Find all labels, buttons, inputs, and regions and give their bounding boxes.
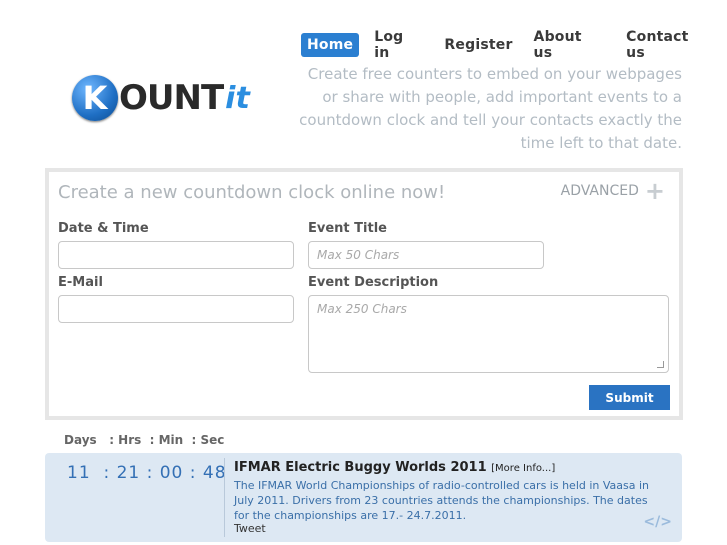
logo[interactable]: K OUNT it (72, 75, 250, 121)
submit-button[interactable]: Submit (589, 385, 670, 410)
logo-it: it (225, 80, 250, 116)
event-description: The IFMAR World Championships of radio-c… (234, 479, 650, 522)
event-title: IFMAR Electric Buggy Worlds 2011 [More I… (234, 460, 555, 475)
event-title-label: Event Title (308, 221, 387, 236)
nav-contact-us[interactable]: Contact us (620, 25, 718, 65)
email-input[interactable] (58, 295, 294, 323)
date-time-label: Date & Time (58, 221, 149, 236)
logo-text: OUNT (119, 78, 224, 118)
divider (224, 458, 225, 537)
tagline: Create free counters to embed on your we… (299, 65, 682, 152)
tweet-link[interactable]: Tweet (234, 522, 266, 535)
logo-k-circle: K (72, 75, 118, 121)
nav-home[interactable]: Home (301, 33, 360, 57)
more-info-link[interactable]: [More Info...] (491, 463, 555, 474)
resize-handle-icon[interactable] (657, 361, 664, 368)
panel-title: Create a new countdown clock online now! (58, 182, 446, 203)
create-countdown-panel: Create a new countdown clock online now!… (45, 168, 683, 420)
event-description-label: Event Description (308, 275, 439, 290)
event-title-input[interactable]: Max 50 Chars (308, 241, 544, 269)
event-title-text: IFMAR Electric Buggy Worlds 2011 (234, 460, 487, 475)
countdown-units-header: Days : Hrs : Min : Sec (64, 433, 225, 447)
countdown-timer: 11 : 21 : 00 : 48 (67, 463, 227, 483)
event-description-placeholder: Max 250 Chars (317, 302, 407, 316)
email-label: E-Mail (58, 275, 103, 290)
event-countdown-card: 11 : 21 : 00 : 48 IFMAR Electric Buggy W… (45, 453, 682, 542)
advanced-toggle[interactable]: ADVANCED + (560, 177, 665, 205)
nav-about-us[interactable]: About us (528, 25, 612, 65)
nav-login[interactable]: Log in (368, 25, 429, 65)
plus-icon: + (644, 177, 665, 205)
main-nav: Home Log in Register About us Contact us (301, 25, 727, 65)
nav-register[interactable]: Register (438, 33, 518, 57)
event-description-textarea[interactable]: Max 250 Chars (308, 295, 669, 373)
advanced-label: ADVANCED (560, 183, 639, 199)
embed-code-icon[interactable]: </> (643, 514, 672, 530)
date-time-input[interactable] (58, 241, 294, 269)
